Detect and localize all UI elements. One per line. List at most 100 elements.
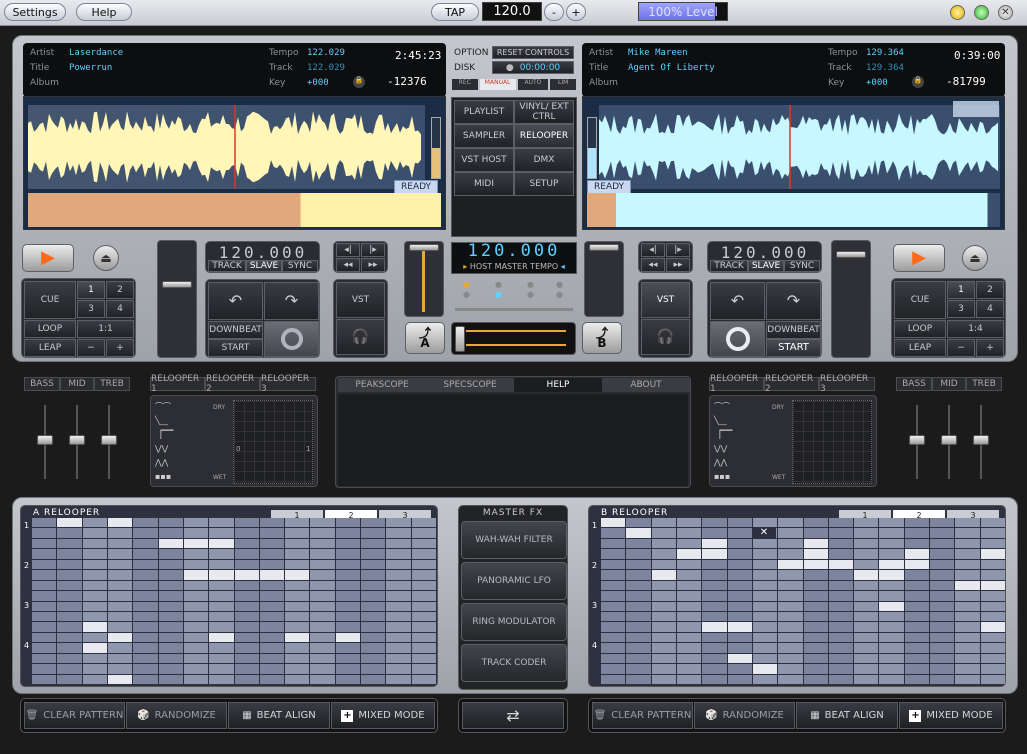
pattern-cell[interactable] xyxy=(651,570,676,580)
pattern-cell[interactable] xyxy=(133,528,158,538)
pattern-cell[interactable] xyxy=(626,559,651,570)
deck-a-overview[interactable] xyxy=(28,193,441,227)
pattern-cell[interactable] xyxy=(702,643,727,653)
pattern-cell[interactable] xyxy=(133,674,158,684)
pattern-cell[interactable] xyxy=(828,528,854,538)
pattern-cell[interactable] xyxy=(752,611,778,622)
pattern-cell[interactable] xyxy=(727,674,752,684)
pattern-cell[interactable] xyxy=(183,528,209,538)
pattern-cell[interactable] xyxy=(234,653,259,664)
pattern-cell[interactable] xyxy=(930,580,955,591)
relooper-b-wave-selector[interactable]: ⌒⌒ ╲__ ▕▔▔ ⋁⋁ ⋀⋀ ▪▪▪ xyxy=(714,400,766,484)
pattern-cell[interactable] xyxy=(133,611,158,622)
pattern-cell[interactable] xyxy=(234,559,259,570)
relooper-a-1-tab[interactable]: RELOOPER 1 xyxy=(150,374,205,394)
pattern-cell[interactable] xyxy=(310,653,335,664)
pattern-cell[interactable] xyxy=(361,664,386,674)
pattern-cell[interactable] xyxy=(259,570,285,580)
pattern-cell[interactable] xyxy=(803,518,828,528)
close-icon[interactable]: ✕ xyxy=(998,5,1013,20)
pattern-cell[interactable] xyxy=(727,518,752,528)
pattern-cell[interactable] xyxy=(930,538,955,549)
pattern-cell[interactable] xyxy=(183,632,209,643)
pattern-cell[interactable] xyxy=(930,570,955,580)
pattern-cell[interactable] xyxy=(980,674,1005,684)
pattern-cell[interactable] xyxy=(651,591,676,601)
pattern-cell[interactable] xyxy=(904,559,930,570)
auto-mode[interactable]: AUTO xyxy=(517,79,549,90)
pattern-cell[interactable] xyxy=(234,601,259,611)
pattern-cell[interactable] xyxy=(828,601,854,611)
pattern-cell[interactable] xyxy=(854,538,879,549)
pattern-cell[interactable] xyxy=(601,591,626,601)
pattern-cell[interactable] xyxy=(158,622,183,632)
rewind-icon[interactable]: ◂◂ xyxy=(336,258,360,272)
pattern-cell[interactable] xyxy=(386,653,411,664)
pattern-cell[interactable] xyxy=(778,549,803,559)
pattern-cell[interactable] xyxy=(980,518,1005,528)
deck-a-hotcue-3[interactable]: 3 xyxy=(77,300,105,318)
pattern-cell[interactable] xyxy=(107,538,133,549)
pattern-cell[interactable] xyxy=(209,518,234,528)
pattern-cell[interactable] xyxy=(980,622,1005,632)
pattern-cell[interactable] xyxy=(854,570,879,580)
mixed-mode-button[interactable]: + MIXED MODE xyxy=(899,702,1003,729)
pattern-cell[interactable] xyxy=(32,580,57,591)
clear-pattern-button[interactable]: 🗑 CLEAR PATTERN xyxy=(592,702,693,729)
pattern-cell[interactable] xyxy=(904,674,930,684)
pattern-cell[interactable] xyxy=(955,611,980,622)
pattern-cell[interactable] xyxy=(752,653,778,664)
pattern-cell[interactable] xyxy=(626,601,651,611)
pattern-cell[interactable] xyxy=(335,549,361,559)
deck-b-waveform[interactable]: READY xyxy=(582,96,1005,230)
pattern-cell[interactable] xyxy=(259,643,285,653)
pattern-cell[interactable] xyxy=(209,601,234,611)
pattern-cell[interactable] xyxy=(828,643,854,653)
pattern-cell[interactable] xyxy=(57,538,82,549)
mixed-mode-button[interactable]: + MIXED MODE xyxy=(331,702,435,729)
pattern-cell[interactable] xyxy=(702,528,727,538)
pattern-cell[interactable] xyxy=(107,559,133,570)
pattern-cell[interactable] xyxy=(259,538,285,549)
pattern-cell[interactable] xyxy=(854,601,879,611)
pattern-cell[interactable] xyxy=(778,591,803,601)
pattern-cell[interactable] xyxy=(285,538,310,549)
disk-record-display[interactable]: ● 00:00:00 xyxy=(492,61,574,74)
deck-a-slave-button[interactable]: SLAVE xyxy=(246,260,282,272)
pattern-cell[interactable] xyxy=(259,528,285,538)
pattern-cell[interactable] xyxy=(285,664,310,674)
pattern-cell[interactable] xyxy=(727,611,752,622)
pattern-cell[interactable] xyxy=(259,591,285,601)
relooper-b-1-tab[interactable]: RELOOPER 1 xyxy=(709,374,764,394)
pattern-cell[interactable] xyxy=(676,591,702,601)
pattern-cell[interactable] xyxy=(676,622,702,632)
pattern-cell[interactable] xyxy=(386,580,411,591)
pattern-cell[interactable] xyxy=(676,611,702,622)
pattern-cell[interactable] xyxy=(955,538,980,549)
pattern-cell[interactable] xyxy=(57,591,82,601)
pattern-cell[interactable] xyxy=(702,591,727,601)
pattern-cell[interactable] xyxy=(411,518,436,528)
relooper-a-3-tab[interactable]: RELOOPER 3 xyxy=(260,374,316,394)
pattern-cell[interactable] xyxy=(57,580,82,591)
pattern-cell[interactable] xyxy=(980,570,1005,580)
pattern-cell[interactable] xyxy=(411,653,436,664)
pattern-cell[interactable] xyxy=(386,622,411,632)
pattern-cell[interactable] xyxy=(386,611,411,622)
pattern-cell[interactable] xyxy=(676,632,702,643)
pattern-cell[interactable] xyxy=(82,570,107,580)
pattern-cell[interactable] xyxy=(626,674,651,684)
fader-cap[interactable] xyxy=(409,244,439,251)
deck-a-leap-minus[interactable]: − xyxy=(77,339,105,357)
crossfader-cap[interactable] xyxy=(455,326,465,352)
deck-b-hotcue-1[interactable]: 1 xyxy=(947,281,975,299)
pattern-cell[interactable] xyxy=(702,674,727,684)
pattern-cell[interactable] xyxy=(57,570,82,580)
pattern-cell[interactable] xyxy=(854,549,879,559)
pattern-cell[interactable] xyxy=(411,570,436,580)
deck-a-hotcue-2[interactable]: 2 xyxy=(106,281,134,299)
pattern-cell[interactable] xyxy=(676,518,702,528)
pattern-cell[interactable] xyxy=(107,570,133,580)
pattern-cell[interactable] xyxy=(676,549,702,559)
pattern-cell[interactable] xyxy=(727,580,752,591)
